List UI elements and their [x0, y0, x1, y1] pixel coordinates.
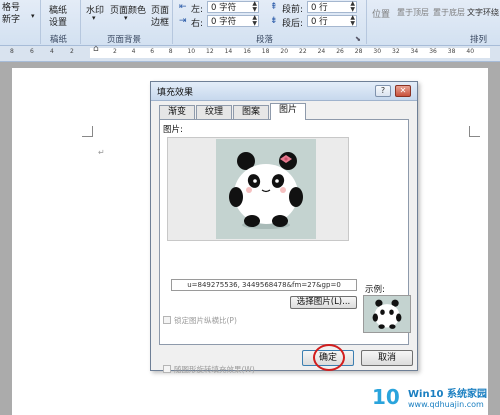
tab-texture[interactable]: 纹理 [196, 105, 232, 119]
ruler-tick-label: 14 [224, 48, 233, 55]
ruler-tick-label: 16 [243, 48, 251, 55]
group-label-page-background: 页面背景 [107, 35, 142, 45]
spinner-arrows-icon[interactable]: ▲ ▼ [252, 15, 257, 27]
paragraph-mark: ↵ [98, 148, 105, 157]
spacing-before-icon: ⇞ [270, 2, 278, 12]
panda-picture [216, 139, 316, 239]
indent-left-field[interactable]: 0 字符 ▲ ▼ [207, 1, 259, 13]
crop-mark-top-right [469, 126, 480, 137]
tab-pattern[interactable]: 图案 [233, 105, 269, 119]
picture-preview [167, 137, 349, 241]
send-to-back-button[interactable]: 置于底层 [433, 7, 465, 18]
page-color-label: 页面颜色 [110, 6, 147, 16]
lock-aspect-checkbox[interactable] [163, 316, 171, 324]
help-button[interactable]: ? [375, 85, 391, 97]
chevron-down-icon: ▾ [92, 14, 96, 22]
ruler-tick-label: 32 [392, 48, 400, 55]
highlight-circle [313, 344, 345, 371]
indent-right-value: 0 字符 [211, 17, 237, 27]
watermark-url: www.qdhuajin.com [408, 400, 484, 409]
spinner-arrows-icon[interactable]: ▲ ▼ [350, 1, 355, 13]
ruler-tick-label: 18 [261, 48, 270, 55]
ruler-tick-label: 6 [150, 48, 155, 55]
group-label-arrange: 排列 [470, 35, 488, 45]
select-picture-button[interactable]: 选择图片(L)... [290, 296, 357, 309]
spacing-before-value: 0 行 [311, 3, 328, 13]
close-button[interactable]: ✕ [395, 85, 411, 97]
sample-preview [363, 295, 411, 333]
dialog-title: 填充效果 [157, 88, 194, 98]
group-label-manuscript: 稿纸 [50, 35, 68, 45]
picture-tab-panel: 图片: u=849275536, 3449568478&fm=27&gp=0 选… [159, 119, 411, 374]
sample-label: 示例: [365, 285, 385, 295]
spacing-before-field[interactable]: 0 行 ▲ ▼ [307, 1, 357, 13]
ruler-tick-label: 30 [373, 48, 382, 55]
ruler-tick-label: 34 [410, 48, 419, 55]
spacing-after-field[interactable]: 0 行 ▲ ▼ [307, 15, 357, 27]
ruler-tick-label: 2 [70, 48, 74, 55]
ruler-tick-label: 6 [30, 48, 34, 55]
ruler-tick-label: 2 [113, 48, 117, 55]
ruler-tick-label: 8 [168, 48, 173, 55]
ruler-tick-label: 22 [299, 48, 307, 55]
indent-left-label: 左: [191, 5, 204, 15]
ruler-tick-label: 40 [466, 48, 475, 55]
ruler-tick-label: 4 [50, 48, 54, 55]
lock-aspect-label: 锁定图片纵横比(P) [174, 316, 237, 325]
tab-picture[interactable]: 图片 [270, 103, 306, 120]
position-button[interactable]: 位置 [372, 7, 390, 20]
text-wrap-button[interactable]: 文字环绕 [467, 7, 499, 18]
horizontal-ruler[interactable]: 8 6 4 2 2 4 6 8 10 12 14 16 18 20 22 24 26 28 30 32 34 36 38 40… [0, 44, 500, 62]
rotate-with-shape-label: 随图形旋转填充效果(W) [174, 365, 255, 374]
cancel-button[interactable]: 取消 [361, 350, 413, 366]
ruler-tick-label: 36 [429, 48, 437, 55]
ruler-tick-label: 8 [10, 48, 14, 55]
fill-effects-dialog: 填充效果 ? ✕ 渐变 纹理 图案 图片 图片: u=849275536, 34… [150, 81, 418, 374]
indent-marker-icon[interactable]: ⌂ [93, 44, 99, 54]
indent-right-label: 右: [191, 19, 204, 29]
ruler-tick-label: 12 [206, 48, 214, 55]
bring-to-front-button[interactable]: 置于顶层 [397, 7, 429, 18]
ribbon: 格号 新字 ▾ 稿纸 设置 稿纸 水印 ▾ 页面颜色 ▾ 页面 边框 页面背景 … [0, 0, 500, 46]
spinner-arrows-icon[interactable]: ▲ ▼ [252, 1, 257, 13]
indent-right-icon: ⇥ [179, 16, 187, 26]
crop-mark-top-left [82, 126, 93, 137]
picture-label: 图片: [163, 125, 183, 135]
ruler-tick-label: 20 [280, 48, 289, 55]
tab-gradient[interactable]: 渐变 [159, 105, 195, 119]
ribbon-cutoff-label-bottom[interactable]: 新字 [2, 12, 20, 25]
watermark-logo: 10 [372, 385, 400, 409]
spacing-after-label: 段后: [282, 19, 304, 29]
ruler-tick-label: 4 [131, 48, 136, 55]
ruler-tick-label: 38 [447, 48, 456, 55]
manuscript-label-2: 设置 [49, 18, 68, 28]
indent-right-field[interactable]: 0 字符 ▲ ▼ [207, 15, 259, 27]
dialog-titlebar[interactable]: 填充效果 ? ✕ [151, 82, 417, 101]
ruler-tick-label: 10 [187, 48, 196, 55]
site-watermark: 10 Win10 系统家园 www.qdhuajin.com [372, 383, 500, 415]
spacing-before-label: 段前: [282, 5, 304, 15]
panda-image [229, 152, 303, 229]
spinner-arrows-icon[interactable]: ▲ ▼ [350, 15, 355, 27]
ruler-tick-label: 26 [336, 48, 344, 55]
dialog-launcher-icon[interactable]: ⬊ [355, 35, 361, 43]
group-label-paragraph: 段落 [256, 35, 274, 45]
ruler-tick-label: 24 [317, 48, 326, 55]
watermark-title: Win10 系统家园 [408, 389, 487, 400]
indent-left-value: 0 字符 [211, 3, 237, 13]
ruler-tick-label: 28 [354, 48, 363, 55]
sample-panda-image [372, 299, 402, 329]
spacing-after-icon: ⇟ [270, 16, 278, 26]
indent-left-icon: ⇤ [179, 2, 187, 12]
picture-filename-field: u=849275536, 3449568478&fm=27&gp=0 [171, 279, 357, 291]
chevron-down-icon: ▾ [31, 12, 35, 20]
spacing-after-value: 0 行 [311, 17, 328, 27]
page-border-label-2: 边框 [151, 18, 170, 28]
rotate-with-shape-checkbox[interactable] [163, 365, 171, 373]
chevron-down-icon: ▾ [124, 14, 128, 22]
